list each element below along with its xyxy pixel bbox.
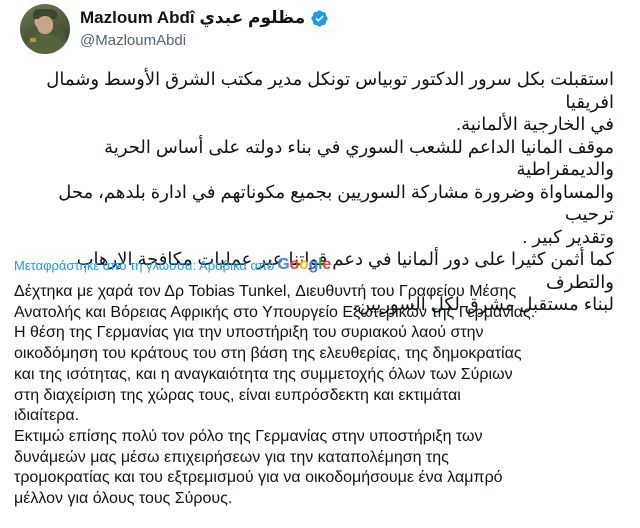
translated-line: Η θέση της Γερμανίας για την υποστήριξη …	[14, 324, 484, 342]
translated-line: ιδιαίτερα.	[14, 407, 80, 425]
translated-line: δυνάμεών μας μέσω επιχειρήσεων για την κ…	[14, 448, 449, 466]
translated-line: στη διαχείριση της χώρας τους, είναι ευπ…	[14, 386, 461, 404]
author-name-row: Mazloum Abdî مظلوم عبدي	[80, 8, 329, 28]
tweet-line: وتقدير كبير .	[522, 226, 614, 247]
translated-line: οικοδόμηση του κράτους του στη βάση της …	[14, 345, 522, 363]
tweet-line: استقبلت بكل سرور الدكتور توبياس تونكل مد…	[46, 69, 614, 112]
tweet-text-translated: Δέχτηκα με χαρά τον Δρ Tobias Tunkel, Δι…	[14, 282, 626, 510]
tweet-line: والمساواة وضرورة مشاركة السوريين بجميع م…	[58, 181, 614, 225]
translated-line: μέλλον για όλους τους Σύρους.	[14, 490, 233, 508]
tweet-line: في الخارجية الألمانية.	[456, 114, 614, 134]
tweet-line: موقف المانيا الداعم للشعب السوري في بناء…	[104, 136, 614, 180]
tweet-header: Mazloum Abdî مظلوم عبدي @MazloumAbdi	[14, 0, 626, 64]
verified-badge-icon	[311, 9, 328, 27]
google-logo: Google	[277, 256, 332, 273]
author-display-name[interactable]: Mazloum Abdî مظلوم عبدي	[80, 8, 305, 28]
translated-line: Εκτιμώ επίσης πολύ τον ρόλο της Γερμανία…	[14, 427, 483, 445]
tweet-text-arabic: استقبلت بكل سرور الدكتور توبياس تونكل مد…	[14, 68, 614, 316]
translate-label: Μεταφράστηκε από τη γλώσσα: Αραβικά από	[14, 257, 275, 273]
translated-line: Ανατολής και Βόρειας Αφρικής στο Υπουργε…	[14, 303, 536, 321]
translated-line: τρομοκρατίας και του εξτρεμισμού για να …	[14, 469, 503, 487]
tweet: Mazloum Abdî مظلوم عبدي @MazloumAbdi است…	[0, 0, 640, 528]
avatar[interactable]	[20, 4, 70, 54]
translated-line: Δέχτηκα με χαρά τον Δρ Tobias Tunkel, Δι…	[14, 283, 517, 300]
translated-from-link[interactable]: Μεταφράστηκε από τη γλώσσα: Αραβικά από …	[14, 256, 331, 274]
author-handle[interactable]: @MazloumAbdi	[80, 32, 186, 49]
translated-line: και της ισότητας, και η αναγκαιότητα της…	[14, 365, 513, 383]
